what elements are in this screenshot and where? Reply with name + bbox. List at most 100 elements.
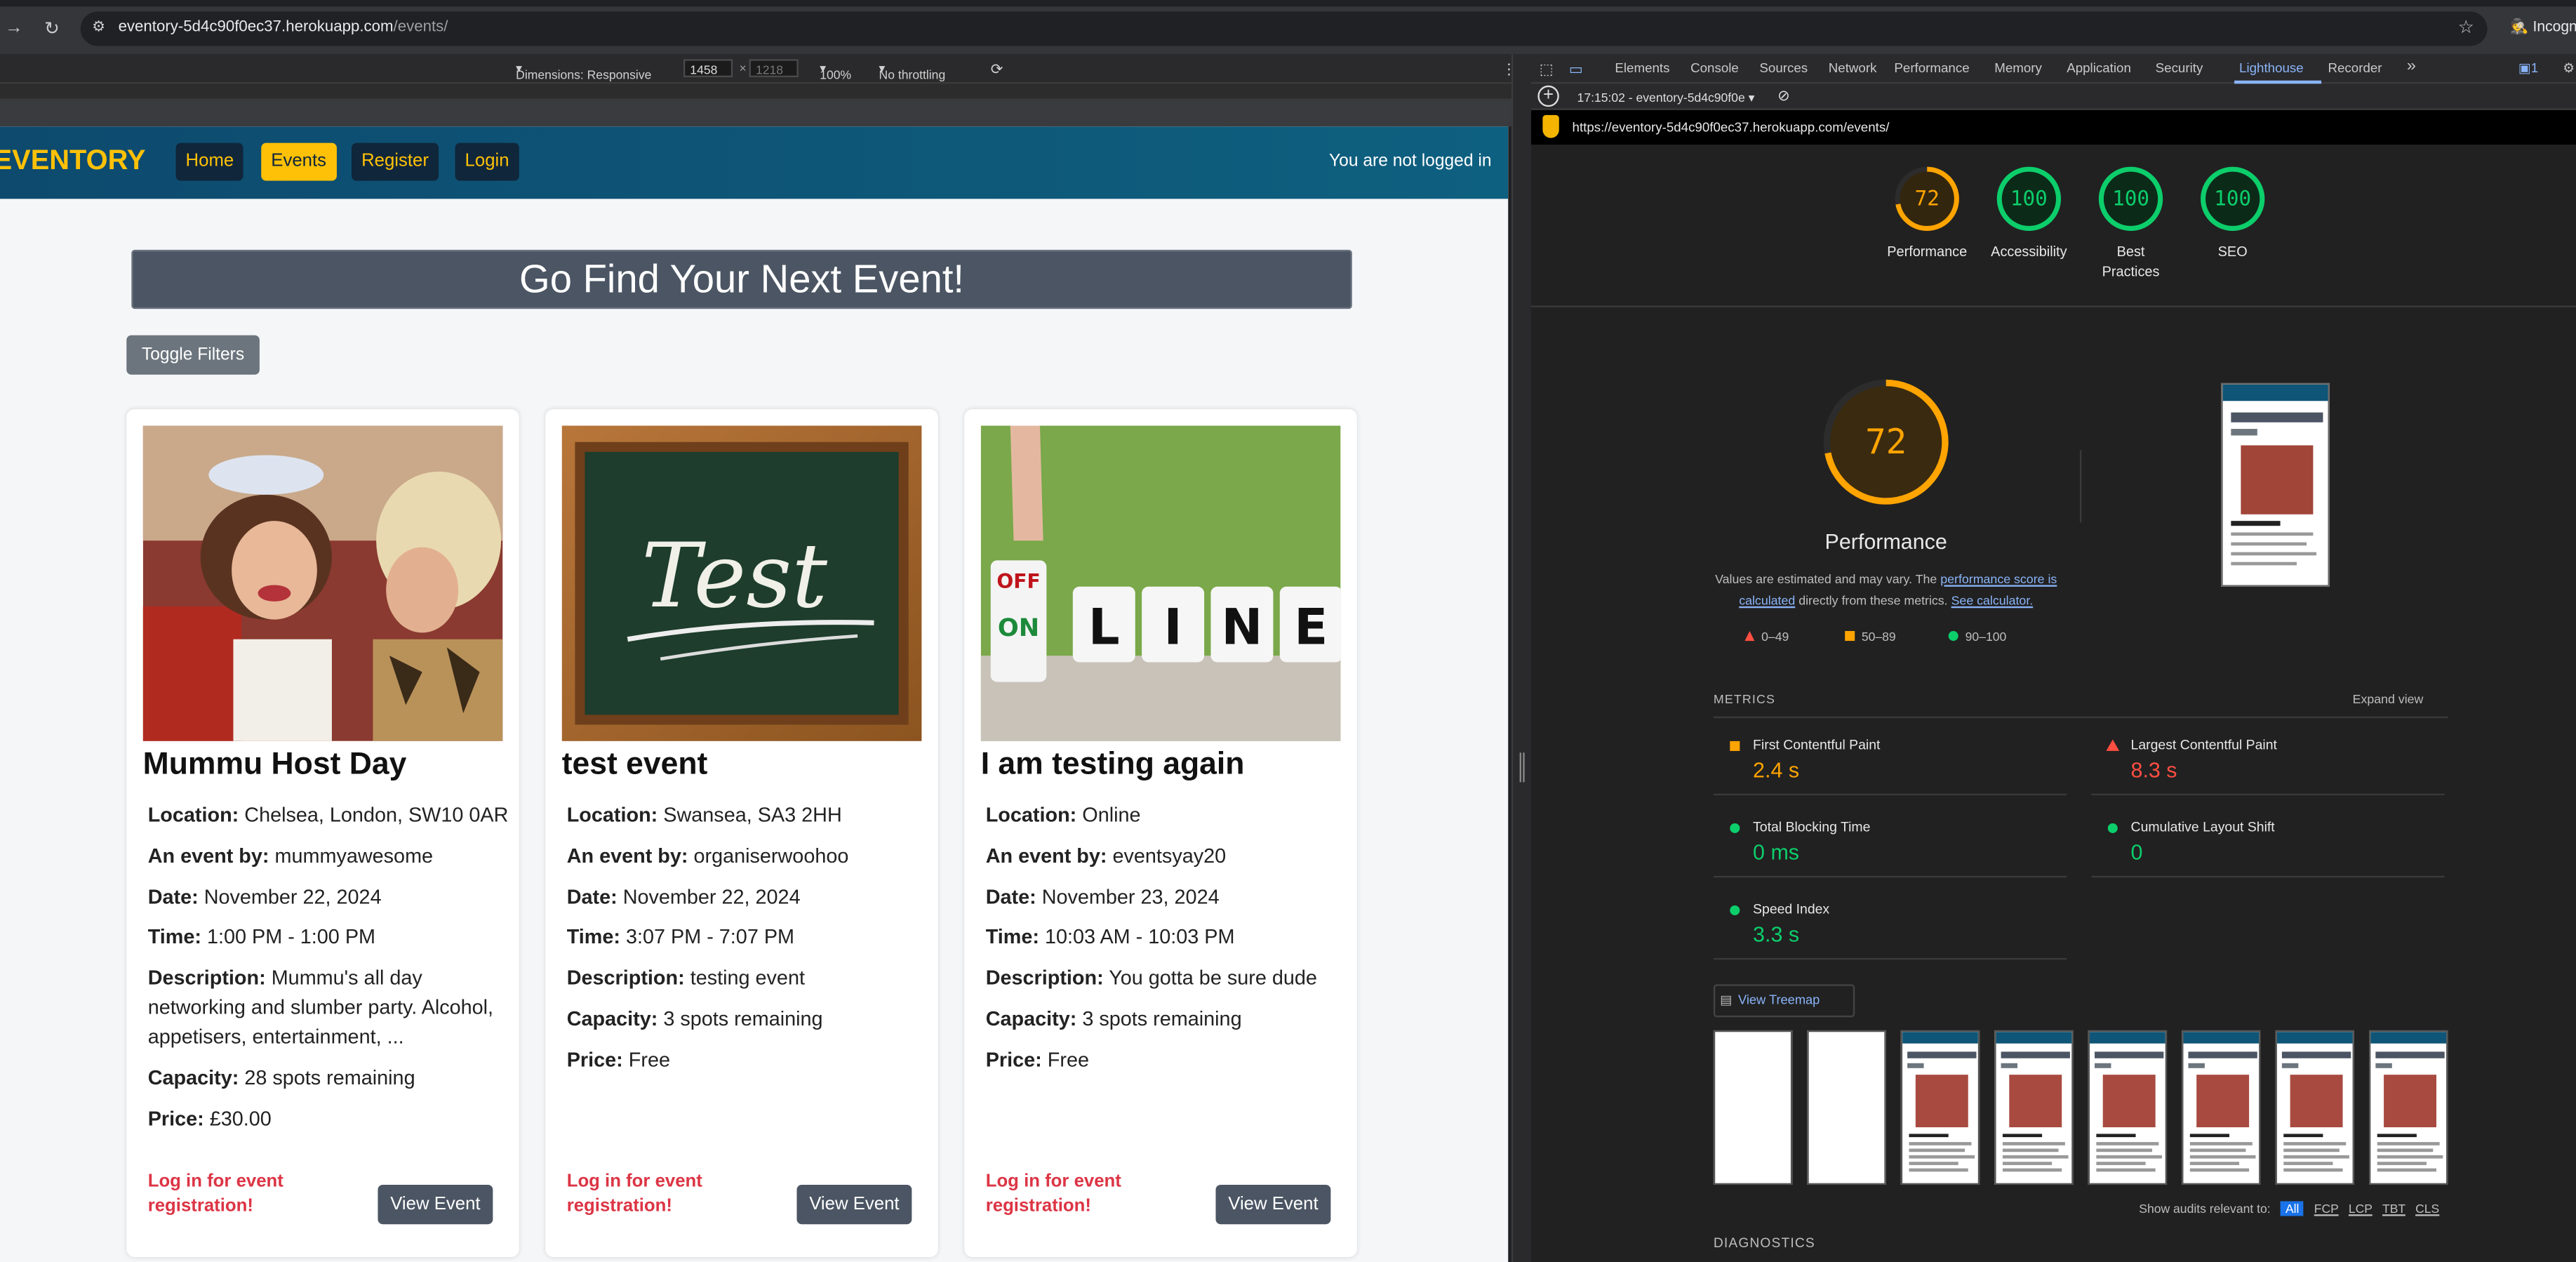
metric-value: 2.4 s <box>1753 757 1800 783</box>
forward-icon[interactable]: → <box>5 18 23 38</box>
dimensions-dropdown[interactable]: Dimensions: Responsive ▾ <box>516 61 651 82</box>
filter-lcp[interactable]: LCP <box>2349 1201 2373 1216</box>
tab-elements[interactable]: Elements <box>1615 61 1669 76</box>
final-screenshot[interactable] <box>2221 383 2330 587</box>
event-price: Price: Free <box>985 1048 1089 1071</box>
drag-grip-icon <box>1519 752 1525 783</box>
tab-security[interactable]: Security <box>2156 61 2203 76</box>
divider <box>1713 716 2448 719</box>
reload-icon[interactable]: ↻ <box>44 18 60 39</box>
event-title[interactable]: test event <box>562 748 708 784</box>
event-time: Time: 10:03 AM - 10:03 PM <box>985 926 1235 949</box>
event-image-online-dice[interactable]: OFF ON L I N E <box>980 425 1341 741</box>
dice-letter-e: E <box>1294 599 1328 656</box>
nav-events[interactable]: Events <box>261 142 337 181</box>
event-date: Date: November 22, 2024 <box>566 884 801 908</box>
filmstrip-frame[interactable] <box>2369 1030 2448 1185</box>
view-event-button[interactable]: View Event <box>796 1185 912 1225</box>
metrics-header: METRICS <box>1713 691 1776 707</box>
event-image-party[interactable] <box>142 425 503 741</box>
tab-network[interactable]: Network <box>1829 61 1877 76</box>
calculator-link[interactable]: See calculator. <box>1951 592 2034 607</box>
filter-tbt[interactable]: TBT <box>2382 1201 2405 1216</box>
inspect-icon[interactable]: ⬚ <box>1540 61 1554 79</box>
more-tabs-icon[interactable]: » <box>2407 58 2416 76</box>
new-report-icon[interactable]: + <box>1537 85 1559 107</box>
average-icon <box>1730 740 1740 751</box>
address-bar[interactable]: ⚙ eventory-5d4c90f0ec37.herokuapp.com/ev… <box>80 11 2488 46</box>
filmstrip-frame[interactable] <box>1807 1030 1886 1185</box>
dice-on-text: ON <box>998 613 1039 642</box>
diagnostics-header: DIAGNOSTICS <box>1713 1235 1815 1251</box>
login-prompt: Log in for event registration! <box>985 1171 1121 1216</box>
dice-letter-i: I <box>1164 599 1182 656</box>
issues-badge[interactable]: ▣1 <box>2518 61 2538 76</box>
event-title[interactable]: I am testing again <box>981 748 1245 784</box>
zoom-dropdown[interactable]: 100% ▾ <box>820 61 851 82</box>
performance-gauge-large[interactable]: 72 <box>1820 376 1951 507</box>
nav-register[interactable]: Register <box>352 142 439 181</box>
audit-filter-row: Show audits relevant to: All FCP LCP TBT… <box>2139 1201 2440 1216</box>
event-details: Location: Online An event by: eventsyay2… <box>986 800 1347 1085</box>
devtools-resize-handle[interactable] <box>1511 54 1531 1262</box>
score-value: 72 <box>1914 185 1940 211</box>
event-time: Time: 1:00 PM - 1:00 PM <box>147 926 376 949</box>
throttling-dropdown[interactable]: No throttling ▾ <box>879 61 946 82</box>
event-title[interactable]: Mummu Host Day <box>143 748 407 784</box>
filter-all[interactable]: All <box>2280 1201 2304 1216</box>
metric-largest-contentful-paint: Largest Contentful Paint 8.3 s <box>2091 726 2445 796</box>
report-selector[interactable]: 17:15:02 - eventory-5d4c90f0e ▾ <box>1577 91 1755 105</box>
incognito-indicator[interactable]: 🕵 Incognito <box>2510 18 2576 36</box>
view-treemap-button[interactable]: ▤ View Treemap <box>1713 984 1855 1018</box>
event-description: Description: You gotta be sure dude <box>985 967 1317 990</box>
event-price: Price: £30.00 <box>147 1107 272 1131</box>
rotate-icon[interactable]: ⟳ <box>991 61 1003 79</box>
view-event-button[interactable]: View Event <box>378 1185 493 1225</box>
tab-console[interactable]: Console <box>1690 61 1739 76</box>
filmstrip-frame[interactable] <box>1994 1030 2074 1185</box>
tab-application[interactable]: Application <box>2067 61 2131 76</box>
event-date: Date: November 22, 2024 <box>147 884 382 908</box>
filmstrip-frame[interactable] <box>2182 1030 2261 1185</box>
media-query-ruler[interactable] <box>0 84 1531 100</box>
login-prompt: Log in for event registration! <box>147 1171 283 1216</box>
filter-cls[interactable]: CLS <box>2415 1201 2439 1216</box>
settings-icon[interactable]: ⚙ <box>2563 61 2575 76</box>
toggle-filters-button[interactable]: Toggle Filters <box>126 335 260 375</box>
event-image-chalkboard[interactable]: Test <box>561 425 922 741</box>
clear-reports-icon[interactable]: ⊘ <box>1777 87 1790 105</box>
filmstrip-frame[interactable] <box>1900 1030 1980 1185</box>
bookmark-star-icon[interactable]: ☆ <box>2458 16 2474 38</box>
view-event-button[interactable]: View Event <box>1215 1185 1331 1225</box>
event-capacity: Capacity: 3 spots remaining <box>985 1007 1242 1030</box>
tab-performance[interactable]: Performance <box>1894 61 1969 76</box>
dimension-separator: × <box>739 60 747 76</box>
page-title: Go Find Your Next Event! <box>131 249 1352 310</box>
event-time: Time: 3:07 PM - 7:07 PM <box>566 926 795 949</box>
device-toggle-icon[interactable]: ▭ <box>1569 61 1583 79</box>
expand-view-link[interactable]: Expand view <box>2353 692 2424 707</box>
nav-home[interactable]: Home <box>175 142 244 181</box>
report-url[interactable]: https://eventory-5d4c90f0ec37.herokuapp.… <box>1573 120 1890 135</box>
score-value: 100 <box>2010 185 2048 211</box>
filmstrip-frame[interactable] <box>2275 1030 2354 1185</box>
event-description: Description: Mummu's all day networking … <box>147 967 494 1049</box>
filmstrip-frame[interactable] <box>1713 1030 1793 1185</box>
tab-recorder[interactable]: Recorder <box>2328 61 2382 76</box>
nav-login[interactable]: Login <box>455 142 519 181</box>
tab-sources[interactable]: Sources <box>1759 61 1808 76</box>
width-input[interactable]: 1458 <box>683 59 733 78</box>
incognito-icon: 🕵 <box>2510 18 2529 35</box>
tab-lighthouse[interactable]: Lighthouse <box>2239 61 2304 76</box>
filmstrip-frame[interactable] <box>2088 1030 2168 1185</box>
score-gauge-seo[interactable]: 100 SEO <box>2167 164 2298 261</box>
tab-memory[interactable]: Memory <box>1994 61 2042 76</box>
event-organiser: An event by: organiserwoohoo <box>566 844 849 868</box>
site-info-icon[interactable]: ⚙ <box>92 18 105 36</box>
event-card: Test test event Location: Swansea, SA3 2… <box>545 409 938 1258</box>
event-organiser: An event by: mummyawesome <box>147 844 434 868</box>
site-brand[interactable]: EVENTORY <box>0 145 145 178</box>
height-input[interactable]: 1218 <box>749 59 799 78</box>
filter-fcp[interactable]: FCP <box>2314 1201 2339 1216</box>
event-price: Price: Free <box>566 1048 670 1071</box>
